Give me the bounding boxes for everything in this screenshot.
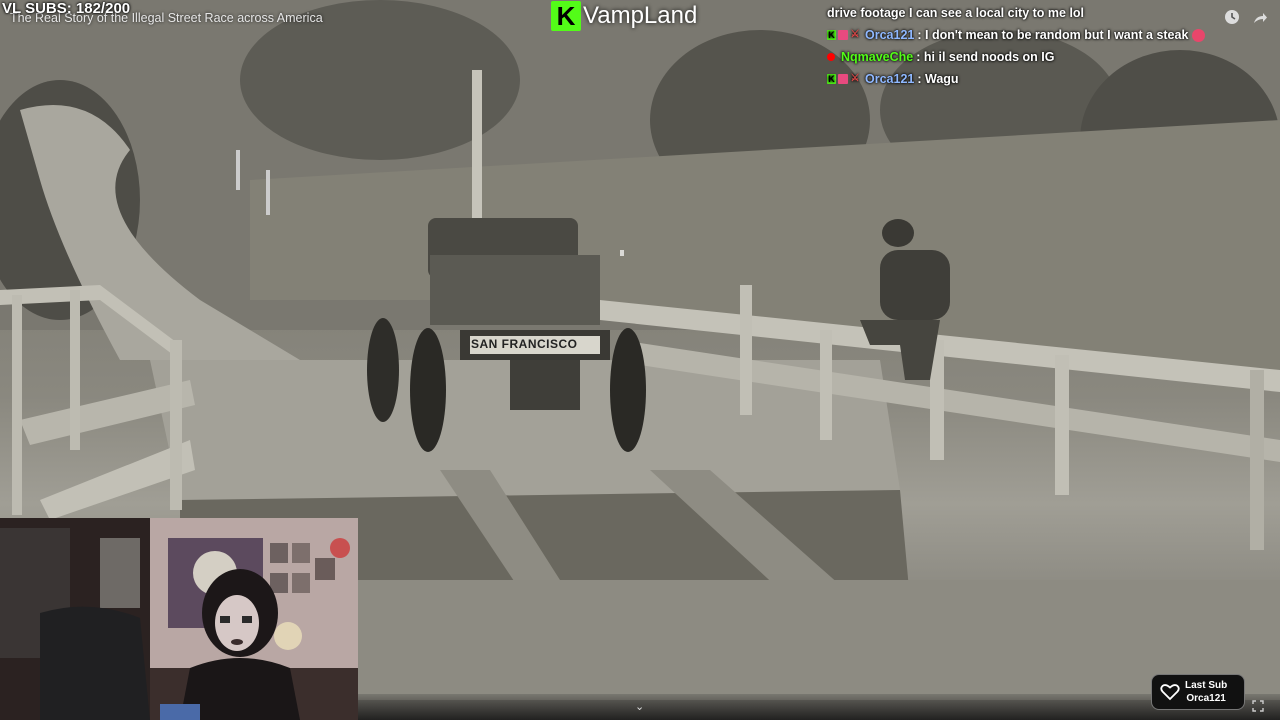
chat-username: Orca121 — [865, 72, 915, 86]
chat-overlay: drive footage I can see a local city to … — [827, 2, 1227, 90]
video-top-controls — [1224, 9, 1268, 25]
streamer-webcam — [0, 518, 358, 720]
gift-badge-icon — [838, 30, 848, 40]
youtube-badge-icon — [827, 53, 835, 61]
gift-badge-icon — [838, 74, 848, 84]
last-sub-title: Last Sub — [1185, 680, 1228, 691]
video-progress-bar[interactable] — [358, 694, 1280, 720]
webcam-feed — [0, 518, 358, 720]
chat-message: NqmaveChe : hi il send noods on IG — [827, 46, 1227, 68]
sword-badge-icon: ⚔ — [850, 29, 860, 40]
channel-logo: K VampLand — [551, 1, 697, 31]
mouse-cursor — [620, 250, 624, 256]
chat-message-text: drive footage I can see a local city to … — [827, 6, 1085, 20]
kick-logo-icon: K — [551, 1, 581, 31]
chat-message: K ⚔ Orca121 : I don't mean to be random … — [827, 24, 1227, 46]
chat-message-text: : hi il send noods on IG — [916, 50, 1055, 64]
last-sub-widget: Last Sub Orca121 — [1151, 674, 1245, 710]
sub-goal-counter: VL SUBS: 182/200 — [2, 0, 131, 17]
fullscreen-icon[interactable] — [1252, 700, 1264, 712]
chat-message-text: : I don't mean to be random but I want a… — [917, 28, 1189, 42]
chat-message-text: : Wagu — [917, 72, 959, 86]
heart-emote-icon — [1192, 28, 1206, 42]
channel-name: VampLand — [583, 2, 698, 29]
chevron-down-icon[interactable]: ⌄ — [635, 700, 644, 713]
chat-message: K ⚔ Orca121 : Wagu — [827, 68, 1227, 90]
share-icon[interactable] — [1252, 9, 1268, 25]
kick-badge-icon: K — [827, 30, 836, 40]
car-sign: SAN FRANCISCO — [471, 337, 578, 351]
last-sub-name: Orca121 — [1186, 693, 1226, 704]
chat-message: drive footage I can see a local city to … — [827, 2, 1227, 24]
clock-icon[interactable] — [1224, 9, 1240, 25]
chat-username: NqmaveChe — [841, 50, 914, 64]
kick-badge-icon: K — [827, 74, 836, 84]
heart-icon — [1160, 684, 1180, 701]
chat-username: Orca121 — [865, 28, 915, 42]
sword-badge-icon: ⚔ — [850, 73, 860, 84]
